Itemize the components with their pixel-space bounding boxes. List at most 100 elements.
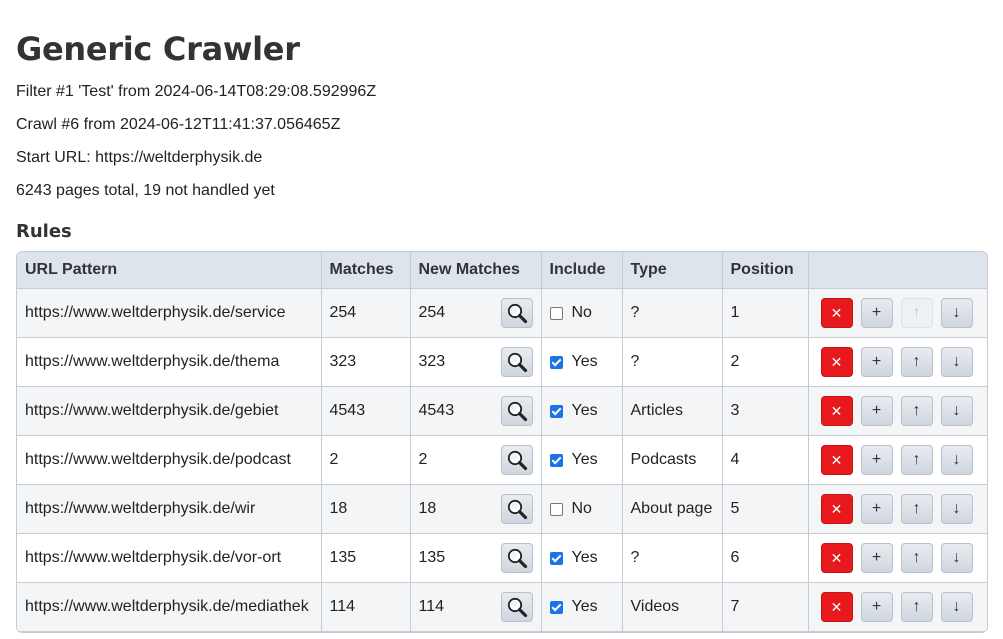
include-checkbox[interactable] [549, 600, 563, 614]
arrow-down-icon: ↓ [952, 549, 961, 566]
close-icon: ✕ [830, 549, 843, 566]
position-cell: 1 [721, 288, 808, 338]
position-cell: 3 [721, 386, 808, 436]
plus-icon: + [871, 549, 882, 566]
matches-cell: 323 [320, 337, 410, 387]
type-cell[interactable]: About page [621, 484, 722, 534]
show-matches-button[interactable] [500, 494, 533, 524]
type-cell[interactable]: Videos [621, 582, 722, 632]
move-up-button[interactable]: ↑ [900, 347, 933, 377]
type-cell[interactable]: ? [621, 337, 722, 387]
move-down-button[interactable]: ↓ [940, 543, 973, 573]
close-icon: ✕ [830, 598, 843, 615]
include-cell: Yes [540, 435, 622, 485]
add-rule-button[interactable]: + [860, 494, 893, 524]
arrow-up-icon: ↑ [912, 353, 921, 370]
move-down-button[interactable]: ↓ [940, 494, 973, 524]
include-checkbox[interactable] [549, 355, 563, 369]
close-icon: ✕ [830, 353, 843, 370]
filter-info: Filter #1 'Test' from 2024-06-14T08:29:0… [16, 83, 377, 100]
delete-rule-button[interactable]: ✕ [820, 592, 853, 622]
actions-cell: ✕ + ↑ ↓ [807, 533, 987, 583]
delete-rule-button[interactable]: ✕ [820, 445, 853, 475]
magnifier-icon [506, 596, 528, 618]
show-matches-button[interactable] [500, 543, 533, 573]
type-cell[interactable]: ? [621, 288, 722, 338]
move-up-button[interactable]: ↑ [900, 543, 933, 573]
move-up-button[interactable]: ↑ [900, 494, 933, 524]
matches-cell: 254 [320, 288, 410, 338]
arrow-up-icon: ↑ [912, 500, 921, 517]
include-checkbox[interactable] [549, 502, 563, 516]
delete-rule-button[interactable]: ✕ [820, 543, 853, 573]
url-pattern-cell: https://www.weltderphysik.de/mediathek [17, 582, 321, 632]
add-rule-button[interactable]: + [860, 592, 893, 622]
matches-cell: 2 [320, 435, 410, 485]
rules-table: URL Pattern Matches New Matches Include … [17, 252, 987, 632]
new-matches-cell: 323 [409, 337, 541, 387]
matches-cell: 18 [320, 484, 410, 534]
arrow-up-icon: ↑ [912, 598, 921, 615]
move-down-button[interactable]: ↓ [940, 396, 973, 426]
delete-rule-button[interactable]: ✕ [820, 347, 853, 377]
include-cell: Yes [540, 337, 622, 387]
add-rule-button[interactable]: + [860, 347, 893, 377]
arrow-down-icon: ↓ [952, 304, 961, 321]
plus-icon: + [871, 402, 882, 419]
magnifier-icon [506, 498, 528, 520]
show-matches-button[interactable] [500, 592, 533, 622]
new-matches-cell: 114 [409, 582, 541, 632]
show-matches-button[interactable] [500, 445, 533, 475]
include-checkbox[interactable] [549, 551, 563, 565]
start-url-info: Start URL: https://weltderphysik.de [16, 149, 263, 166]
crawl-info: Crawl #6 from 2024-06-12T11:41:37.056465… [16, 116, 341, 133]
include-cell: No [540, 288, 622, 338]
magnifier-icon [506, 449, 528, 471]
close-icon: ✕ [830, 402, 843, 419]
plus-icon: + [871, 304, 882, 321]
move-up-button[interactable]: ↑ [900, 396, 933, 426]
move-down-button[interactable]: ↓ [940, 592, 973, 622]
move-down-button[interactable]: ↓ [940, 298, 973, 328]
add-rule-button[interactable]: + [860, 445, 893, 475]
arrow-down-icon: ↓ [952, 353, 961, 370]
include-label: Yes [571, 598, 598, 615]
add-rule-button[interactable]: + [860, 298, 893, 328]
matches-cell: 114 [320, 582, 410, 632]
show-matches-button[interactable] [500, 347, 533, 377]
position-cell: 5 [721, 484, 808, 534]
new-matches-cell: 254 [409, 288, 541, 338]
matches-cell: 135 [320, 533, 410, 583]
new-matches-value: 18 [418, 500, 437, 517]
add-rule-button[interactable]: + [860, 543, 893, 573]
move-up-button[interactable]: ↑ [900, 445, 933, 475]
add-rule-button[interactable]: + [860, 396, 893, 426]
new-matches-value: 114 [418, 598, 445, 615]
table-row: https://www.weltderphysik.de/service 254 2… [17, 288, 987, 338]
type-cell[interactable]: Articles [621, 386, 722, 436]
include-label: Yes [571, 549, 598, 566]
move-up-button[interactable]: ↑ [900, 592, 933, 622]
table-row: https://www.weltderphysik.de/podcast 2 2 Ye… [17, 435, 987, 485]
arrow-up-icon: ↑ [912, 451, 921, 468]
new-matches-cell: 18 [409, 484, 541, 534]
actions-cell: ✕ + ↑ ↓ [807, 337, 987, 387]
url-pattern-cell: https://www.weltderphysik.de/podcast [17, 435, 321, 485]
url-pattern-cell: https://www.weltderphysik.de/thema [17, 337, 321, 387]
delete-rule-button[interactable]: ✕ [820, 298, 853, 328]
include-checkbox[interactable] [549, 453, 563, 467]
delete-rule-button[interactable]: ✕ [820, 494, 853, 524]
magnifier-icon [506, 547, 528, 569]
move-down-button[interactable]: ↓ [940, 347, 973, 377]
include-checkbox[interactable] [549, 404, 563, 418]
table-row: https://www.weltderphysik.de/mediathek 11… [17, 582, 987, 632]
show-matches-button[interactable] [500, 298, 533, 328]
show-matches-button[interactable] [500, 396, 533, 426]
position-cell: 6 [721, 533, 808, 583]
close-icon: ✕ [830, 304, 843, 321]
move-down-button[interactable]: ↓ [940, 445, 973, 475]
type-cell[interactable]: Podcasts [621, 435, 722, 485]
delete-rule-button[interactable]: ✕ [820, 396, 853, 426]
include-checkbox[interactable] [549, 306, 563, 320]
type-cell[interactable]: ? [621, 533, 722, 583]
